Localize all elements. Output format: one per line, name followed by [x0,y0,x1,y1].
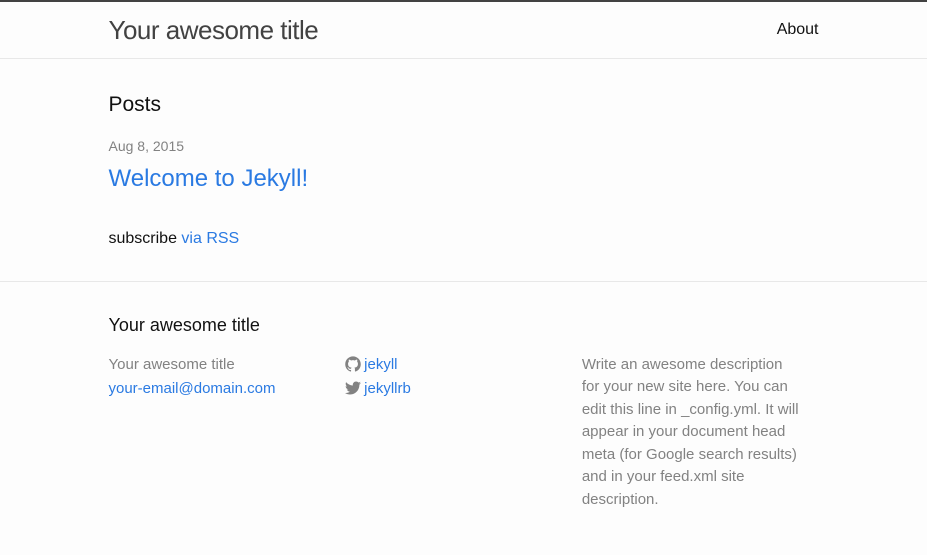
site-header: Your awesome title About [0,2,927,59]
footer-col-contact: Your awesome title your-email@domain.com [109,354,346,512]
rss-link[interactable]: via RSS [181,230,239,247]
post-list: Aug 8, 2015 Welcome to Jekyll! [109,136,819,197]
post-title-link[interactable]: Welcome to Jekyll! [109,161,819,197]
site-nav: About [777,2,819,58]
site-title-link[interactable]: Your awesome title [109,2,319,58]
site-description: Write an awesome description for your ne… [582,354,804,512]
twitter-icon [345,380,361,396]
github-icon [345,356,361,372]
twitter-username: jekyllrb [364,380,411,397]
nav-about-link[interactable]: About [777,21,819,38]
twitter-link[interactable]: jekyllrb [345,380,411,397]
site-footer: Your awesome title Your awesome title yo… [0,281,927,542]
footer-col-social: jekyll jekyllrb [345,354,582,512]
page-content: Posts Aug 8, 2015 Welcome to Jekyll! sub… [0,59,927,281]
post-list-item: Aug 8, 2015 Welcome to Jekyll! [109,136,819,197]
footer-heading: Your awesome title [109,312,819,339]
subscribe-text: subscribe [109,230,182,247]
footer-col-description: Write an awesome description for your ne… [582,354,819,512]
github-username: jekyll [364,356,397,373]
github-link[interactable]: jekyll [345,356,397,373]
footer-email-link[interactable]: your-email@domain.com [109,380,276,397]
post-date: Aug 8, 2015 [109,136,819,157]
rss-subscribe: subscribe via RSS [109,227,819,251]
footer-site-name: Your awesome title [109,354,331,377]
posts-heading: Posts [109,89,819,121]
